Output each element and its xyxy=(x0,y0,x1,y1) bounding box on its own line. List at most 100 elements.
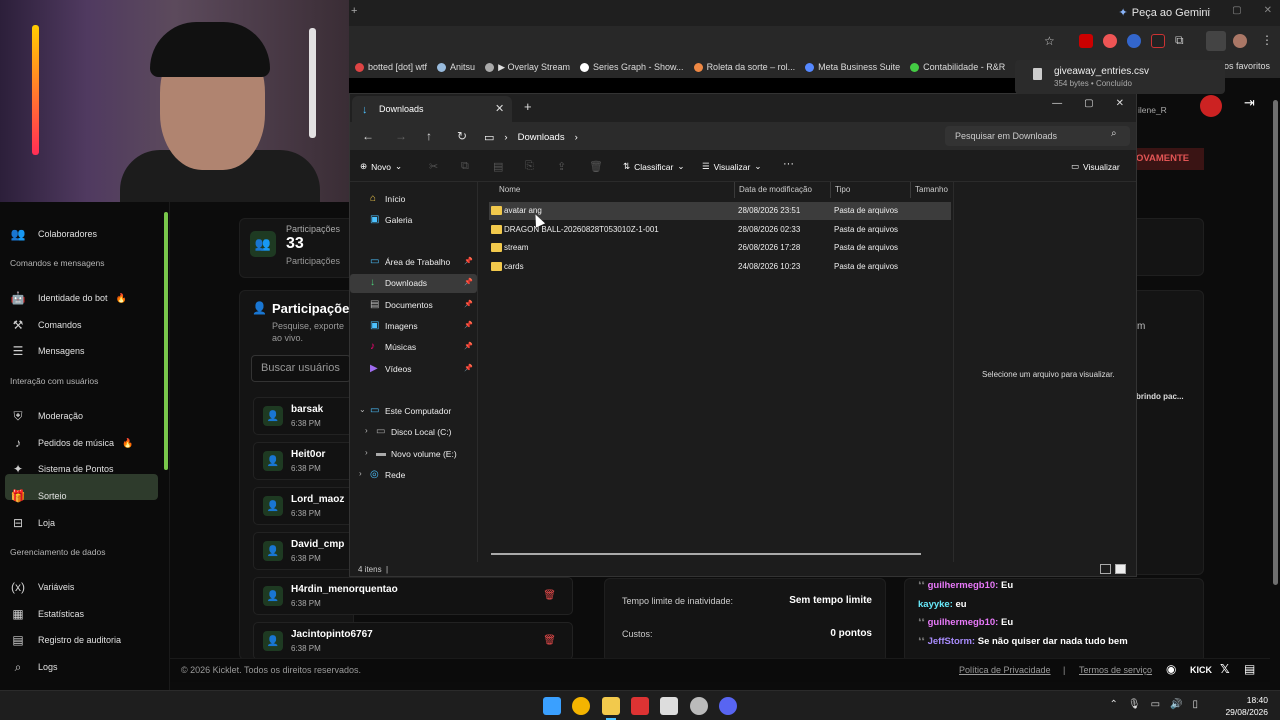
tiles-view-icon[interactable] xyxy=(1115,564,1126,574)
search-icon[interactable]: ⌕ xyxy=(1111,128,1128,139)
pin-icon[interactable]: 📌 xyxy=(464,364,473,372)
extension-icon[interactable] xyxy=(1151,34,1165,48)
draw-again-button[interactable]: OVAMENTE xyxy=(1136,148,1204,170)
column-date[interactable]: Data de modificação xyxy=(739,185,812,194)
file-row[interactable]: avatar ang 28/08/2026 23:51 Pasta de arqui… xyxy=(489,202,951,220)
bookmark-item[interactable]: Anitsu xyxy=(437,62,475,72)
profile-avatar[interactable] xyxy=(1233,34,1247,48)
pin-icon[interactable]: 📌 xyxy=(464,300,473,308)
clock-time[interactable]: 18:40 xyxy=(1247,695,1268,705)
column-divider[interactable] xyxy=(910,182,911,198)
column-divider[interactable] xyxy=(734,182,735,198)
close-tab-icon[interactable]: ✕ xyxy=(495,102,504,115)
all-bookmarks-link[interactable]: os favoritos xyxy=(1224,61,1270,71)
sidebar-item-modera-o[interactable]: ⛨ Moderação xyxy=(10,404,83,428)
download-icon[interactable] xyxy=(1206,31,1226,51)
nav-item-in-cio[interactable]: ⌂ Início xyxy=(350,190,477,209)
sidebar-item-loja[interactable]: ⊟ Loja xyxy=(10,511,55,535)
up-icon[interactable]: ↑ xyxy=(426,129,432,143)
page-scrollbar[interactable] xyxy=(1273,100,1278,585)
column-type[interactable]: Tipo xyxy=(835,185,850,194)
chevron-right-icon[interactable]: › xyxy=(365,426,368,435)
taskbar-chrome-icon[interactable] xyxy=(572,697,590,715)
taskbar-file-explorer-icon[interactable] xyxy=(602,697,620,715)
preview-pane-button[interactable]: ▭ Visualizar xyxy=(1071,161,1120,172)
sort-button[interactable]: ⇅ Classificar ⌄ xyxy=(623,161,684,172)
nav-item-v-deos[interactable]: ▶ Vídeos 📌 xyxy=(350,360,477,379)
close-icon[interactable]: ✕ xyxy=(1116,98,1124,109)
nav-item-imagens[interactable]: ▣ Imagens 📌 xyxy=(350,317,477,336)
chat-username[interactable]: kayyke: xyxy=(918,599,953,610)
privacy-link[interactable]: Política de Privacidade xyxy=(959,665,1051,675)
nav-item-este-computador[interactable]: ⌄ ▭ Este Computador xyxy=(350,402,477,421)
clock-date[interactable]: 29/08/2026 xyxy=(1225,707,1268,717)
gemini-button[interactable]: ✦ Peça ao Gemini xyxy=(1119,6,1210,19)
nav-item-disco-local-c-[interactable]: › ▭ Disco Local (C:) xyxy=(350,423,477,442)
file-row[interactable]: DRAGON BALL-20260828T053010Z-1-001 28/08/… xyxy=(489,221,951,239)
chat-username[interactable]: guilhermegb10: xyxy=(928,617,999,628)
sidebar-item-mensagens[interactable]: ☰ Mensagens xyxy=(10,339,85,363)
maximize-icon[interactable]: ▢ xyxy=(1084,98,1093,109)
taskbar-obs-icon[interactable] xyxy=(631,697,649,715)
new-button[interactable]: ⊕ Novo ⌄ xyxy=(360,161,402,172)
bookmark-item[interactable]: Series Graph - Show... xyxy=(580,62,684,72)
bookmark-item[interactable]: Roleta da sorte – rol... xyxy=(693,62,795,72)
sidebar-item-sistema-de-pontos[interactable]: ✦ Sistema de Pontos xyxy=(10,457,114,481)
trash-icon[interactable]: 🗑 xyxy=(543,590,556,601)
nav-item-galeria[interactable]: ▣ Galeria xyxy=(350,211,477,230)
sidebar-item-colaboradores[interactable]: 👥 Colaboradores xyxy=(10,222,98,246)
maximize-icon[interactable]: ▢ xyxy=(1232,5,1241,16)
chat-username[interactable]: JeffStorm: xyxy=(928,636,976,647)
details-view-icon[interactable] xyxy=(1100,564,1111,574)
file-row[interactable]: stream 26/08/2026 17:28 Pasta de arquivos xyxy=(489,239,951,257)
taskbar-settings-icon[interactable] xyxy=(690,697,708,715)
extension-icon[interactable] xyxy=(1127,34,1141,48)
terms-link[interactable]: Termos de serviço xyxy=(1079,665,1152,675)
puzzle-icon[interactable]: ⧉ xyxy=(1175,33,1184,48)
bookmark-item[interactable]: Meta Business Suite xyxy=(805,62,900,72)
new-tab-icon[interactable]: + xyxy=(524,99,532,114)
chevron-down-icon[interactable]: ⌄ xyxy=(359,405,366,414)
battery-icon[interactable]: ▯ xyxy=(1192,699,1198,710)
download-bubble[interactable]: giveaway_entries.csv 354 bytes • Concluí… xyxy=(1015,60,1225,94)
microphone-icon[interactable]: 🎙 xyxy=(1128,699,1141,710)
more-options-button[interactable]: ··· xyxy=(783,158,794,170)
sidebar-item-estat-sticas[interactable]: ▦ Estatísticas xyxy=(10,602,84,626)
back-icon[interactable]: ← xyxy=(362,129,374,143)
kick-icon[interactable]: KICK xyxy=(1190,665,1212,675)
paste-icon[interactable]: ▤ xyxy=(493,160,503,173)
network-icon[interactable]: ▭ xyxy=(1151,699,1160,710)
column-divider[interactable] xyxy=(830,182,831,198)
extension-icon[interactable] xyxy=(1103,34,1117,48)
trash-icon[interactable]: 🗑 xyxy=(543,635,556,646)
kebab-menu-icon[interactable]: ⋮ xyxy=(1261,33,1273,47)
chevron-up-icon[interactable]: ⌃ xyxy=(1109,699,1117,710)
search-input[interactable]: Pesquisar em Downloads xyxy=(945,126,1130,146)
document-icon[interactable]: ▤ xyxy=(1244,662,1255,676)
cut-icon[interactable]: ✂ xyxy=(429,160,438,173)
breadcrumb-downloads[interactable]: Downloads xyxy=(518,132,565,143)
new-tab-icon[interactable]: + xyxy=(351,5,357,17)
file-row[interactable]: cards 24/08/2026 10:23 Pasta de arquivos xyxy=(489,258,951,276)
close-icon[interactable]: ✕ xyxy=(1264,5,1272,16)
sidebar-item-identidade-do-bot[interactable]: 🤖 Identidade do bot 🔥 xyxy=(10,286,127,310)
discord-icon[interactable]: ◉ xyxy=(1166,662,1176,676)
breadcrumb[interactable]: ▭ › Downloads › xyxy=(484,128,936,147)
chevron-right-icon[interactable]: › xyxy=(359,469,362,478)
volume-icon[interactable]: 🔊 xyxy=(1170,699,1182,710)
extension-icon[interactable] xyxy=(1079,34,1093,48)
refresh-icon[interactable]: ↻ xyxy=(457,129,467,143)
nav-item-rede[interactable]: › ◎ Rede xyxy=(350,466,477,485)
rename-icon[interactable]: ⎘ xyxy=(525,160,534,173)
pin-icon[interactable]: 📌 xyxy=(464,342,473,350)
nav-item-documentos[interactable]: ▤ Documentos 📌 xyxy=(350,296,477,315)
nav-item--rea-de-trabalho[interactable]: ▭ Área de Trabalho 📌 xyxy=(350,253,477,272)
logout-icon[interactable]: ⇥ xyxy=(1244,95,1255,111)
download-file-name[interactable]: giveaway_entries.csv xyxy=(1054,66,1149,77)
chat-username[interactable]: guilhermegb10: xyxy=(928,580,999,591)
copy-icon[interactable]: ⧉ xyxy=(461,160,469,173)
pin-icon[interactable]: 📌 xyxy=(464,278,473,286)
bookmark-item[interactable]: ▶ Overlay Stream xyxy=(485,62,570,73)
star-icon[interactable]: ☆ xyxy=(1044,34,1055,48)
view-button[interactable]: ☰ Visualizar ⌄ xyxy=(702,161,761,172)
